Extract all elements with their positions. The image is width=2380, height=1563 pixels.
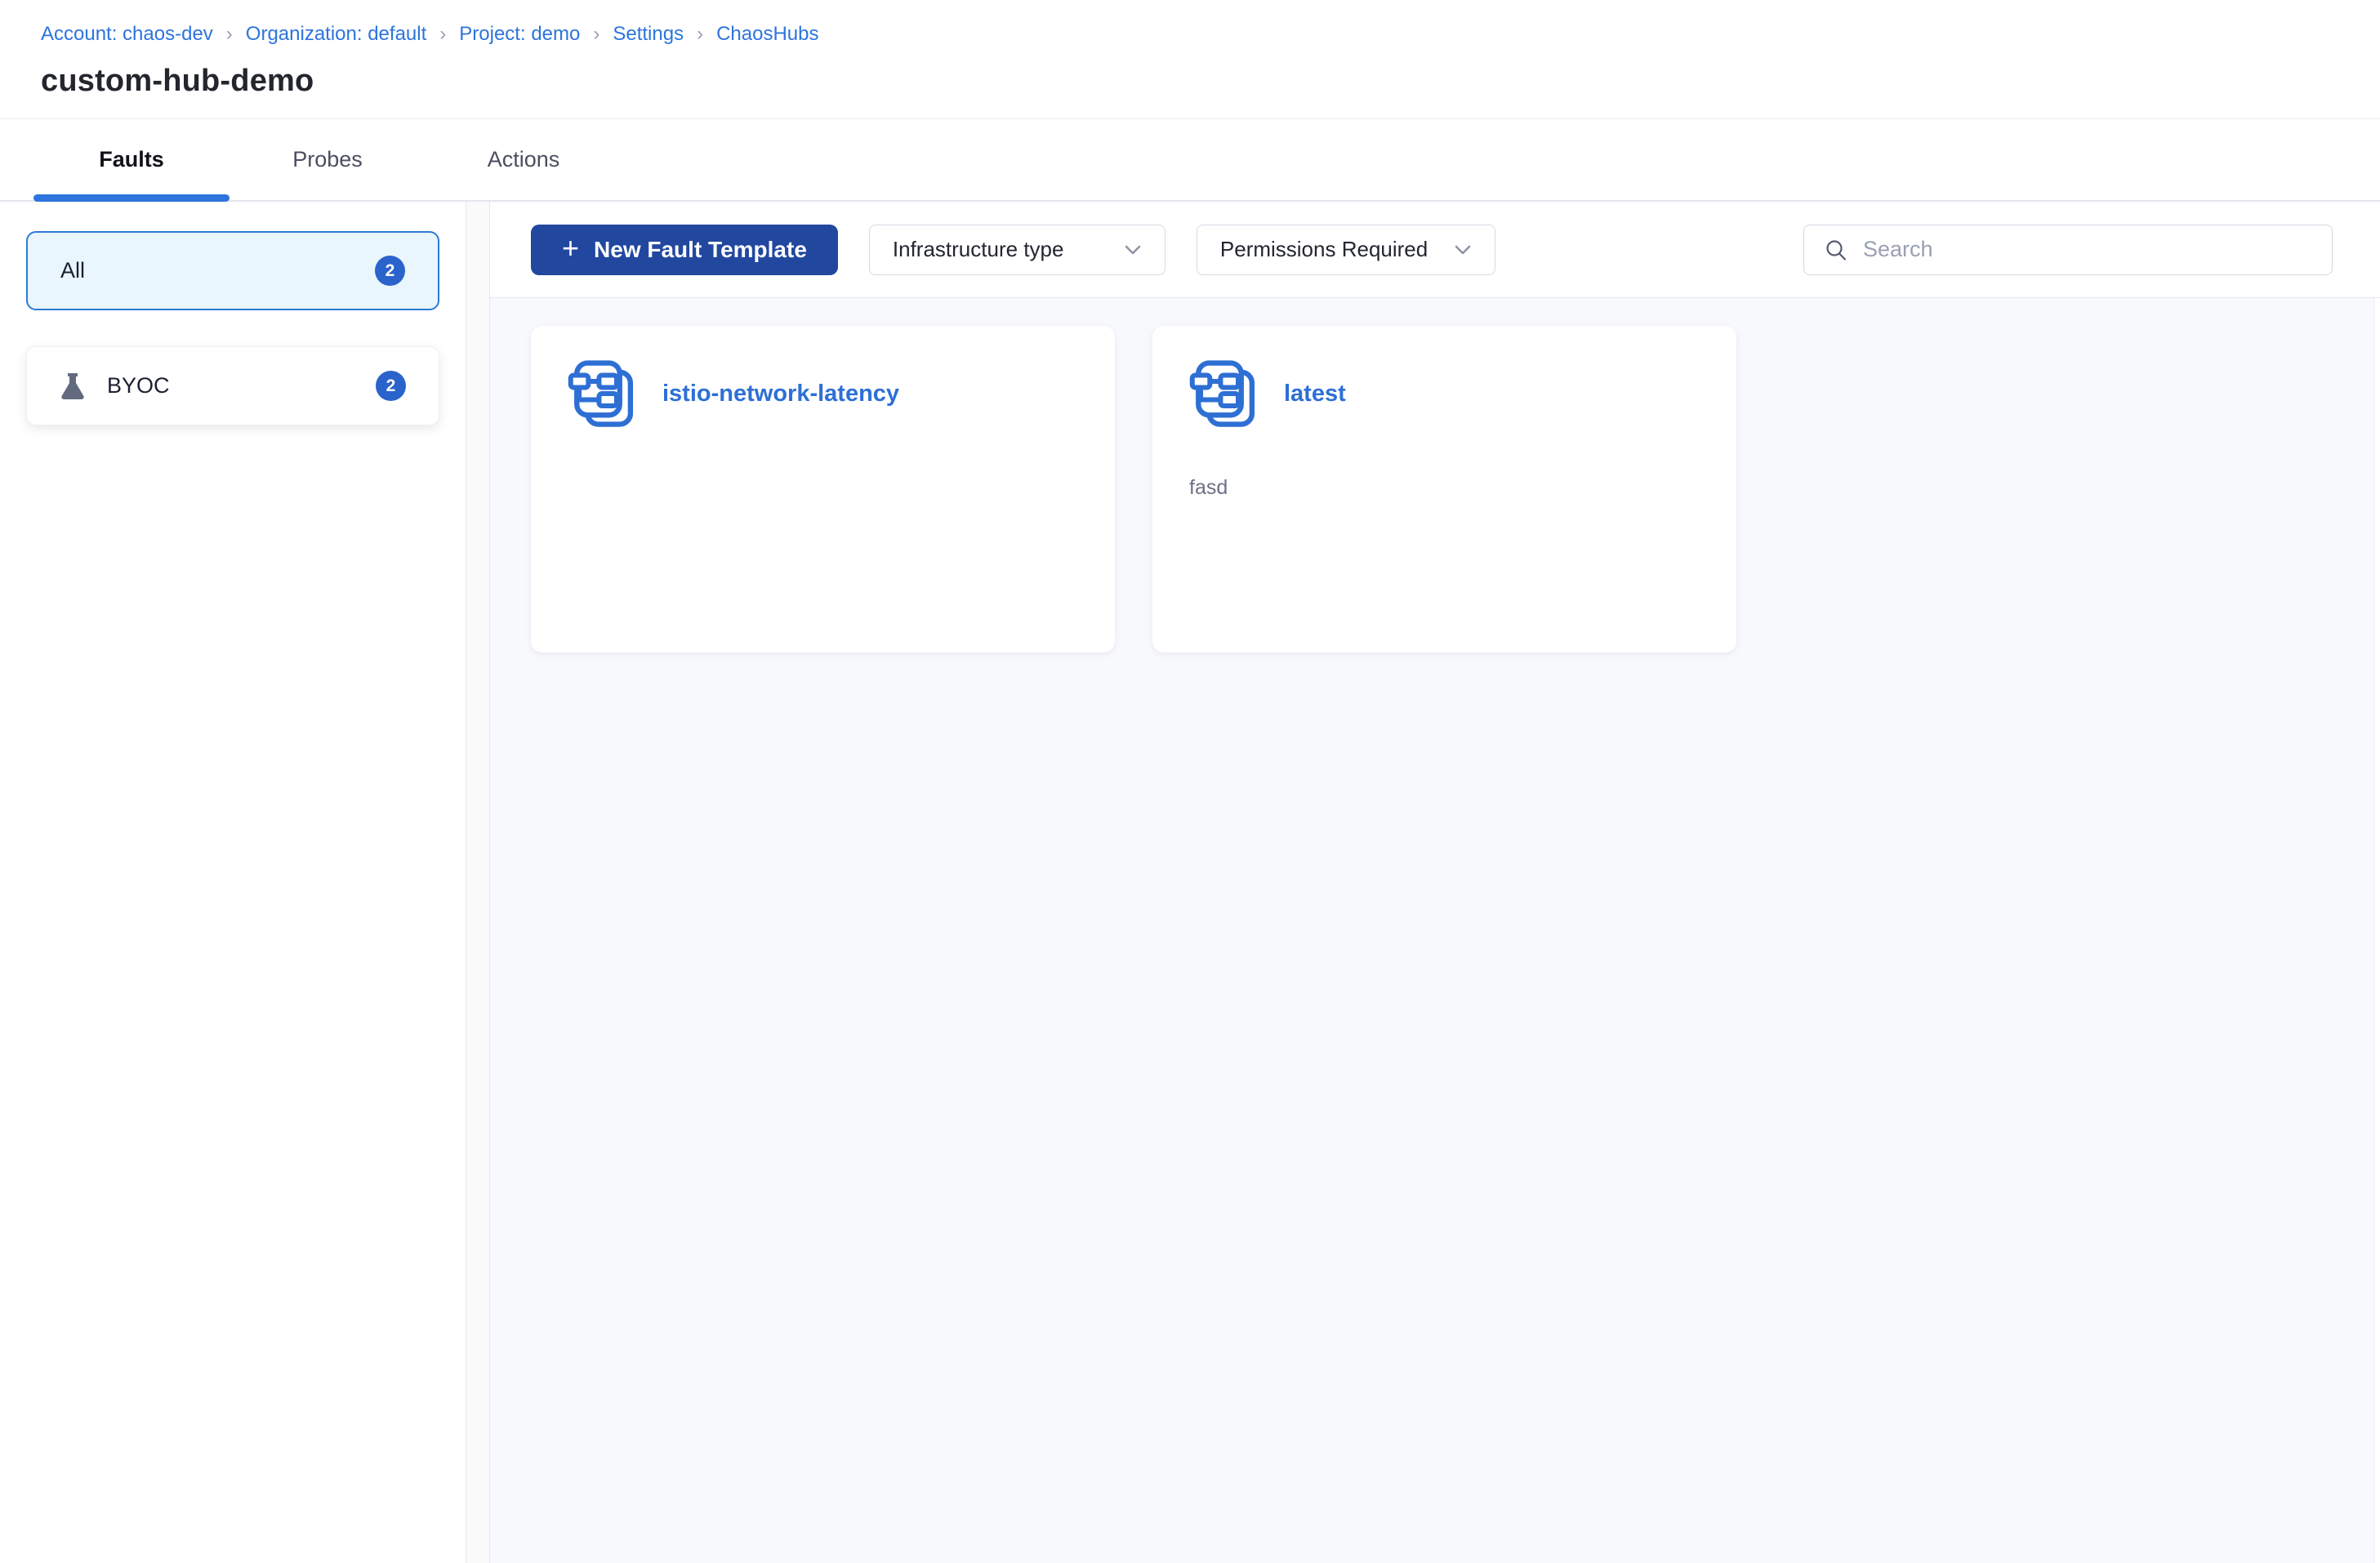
search-icon bbox=[1826, 239, 1847, 260]
breadcrumb-separator: › bbox=[697, 23, 704, 45]
fault-template-title[interactable]: istio-network-latency bbox=[662, 381, 899, 407]
tab-faults[interactable]: Faults bbox=[33, 119, 230, 202]
tab-actions[interactable]: Actions bbox=[426, 119, 622, 200]
new-fault-template-button[interactable]: + New Fault Template bbox=[531, 224, 838, 275]
sidebar-item-label: All bbox=[60, 258, 86, 283]
search-box bbox=[1803, 224, 2333, 275]
fault-templates-panel: istio-network-latency latest fasd bbox=[490, 298, 2380, 1563]
new-fault-template-label: New Fault Template bbox=[594, 236, 807, 262]
dropdown-label: Permissions Required bbox=[1219, 237, 1428, 261]
sidebar-item-all[interactable]: All 2 bbox=[26, 231, 439, 310]
fault-template-description: fasd bbox=[1189, 476, 1228, 499]
sidebar-item-label: BYOC bbox=[107, 373, 170, 398]
fault-template-card-istio-network-latency[interactable]: istio-network-latency bbox=[531, 326, 1115, 652]
fault-template-description bbox=[568, 476, 1078, 501]
breadcrumb-chaoshubs-link[interactable]: ChaosHubs bbox=[716, 23, 818, 46]
breadcrumb-separator: › bbox=[225, 23, 233, 45]
breadcrumb-organization-link[interactable]: Organization: default bbox=[246, 23, 426, 46]
sidebar-item-byoc[interactable]: BYOC 2 bbox=[26, 346, 439, 425]
permissions-required-dropdown[interactable]: Permissions Required bbox=[1196, 224, 1495, 275]
plus-icon: + bbox=[562, 230, 580, 265]
main-panel: + New Fault Template Infrastructure type… bbox=[490, 202, 2380, 1563]
scroll-track[interactable] bbox=[2373, 298, 2380, 1563]
fault-template-icon bbox=[568, 360, 634, 427]
tab-bar: Faults Probes Actions bbox=[0, 119, 2380, 202]
dropdown-label: Infrastructure type bbox=[892, 237, 1064, 261]
fault-template-card-latest[interactable]: latest fasd bbox=[1152, 326, 1736, 652]
breadcrumb-settings-link[interactable]: Settings bbox=[613, 23, 684, 46]
toolbar: + New Fault Template Infrastructure type… bbox=[490, 202, 2380, 298]
flask-icon bbox=[61, 372, 84, 399]
breadcrumb-account-link[interactable]: Account: chaos-dev bbox=[41, 23, 213, 46]
chevron-down-icon bbox=[1125, 245, 1141, 254]
splitter-gutter[interactable] bbox=[466, 202, 490, 1563]
category-sidebar: All 2 BYOC 2 bbox=[0, 202, 466, 1563]
breadcrumb: Account: chaos-dev › Organization: defau… bbox=[41, 23, 2339, 46]
chevron-down-icon bbox=[1455, 245, 1471, 254]
breadcrumb-separator: › bbox=[593, 23, 600, 45]
card-header: istio-network-latency bbox=[568, 357, 1078, 430]
card-header: latest bbox=[1189, 357, 1700, 430]
fault-template-grid: istio-network-latency latest fasd bbox=[531, 326, 2333, 652]
infrastructure-type-dropdown[interactable]: Infrastructure type bbox=[868, 224, 1165, 275]
count-badge: 2 bbox=[375, 256, 405, 286]
search-input[interactable] bbox=[1863, 237, 2312, 262]
fault-template-icon bbox=[1189, 360, 1255, 427]
chaoshub-page: Account: chaos-dev › Organization: defau… bbox=[0, 0, 2380, 1563]
page-title: custom-hub-demo bbox=[41, 64, 314, 98]
content-area: All 2 BYOC 2 + New Fault Template Infras… bbox=[0, 202, 2380, 1563]
breadcrumb-project-link[interactable]: Project: demo bbox=[459, 23, 580, 46]
fault-template-title[interactable]: latest bbox=[1284, 381, 1346, 407]
tab-probes[interactable]: Probes bbox=[230, 119, 426, 200]
count-badge: 2 bbox=[376, 371, 406, 401]
breadcrumb-separator: › bbox=[439, 23, 447, 45]
page-header: Account: chaos-dev › Organization: defau… bbox=[0, 0, 2380, 119]
